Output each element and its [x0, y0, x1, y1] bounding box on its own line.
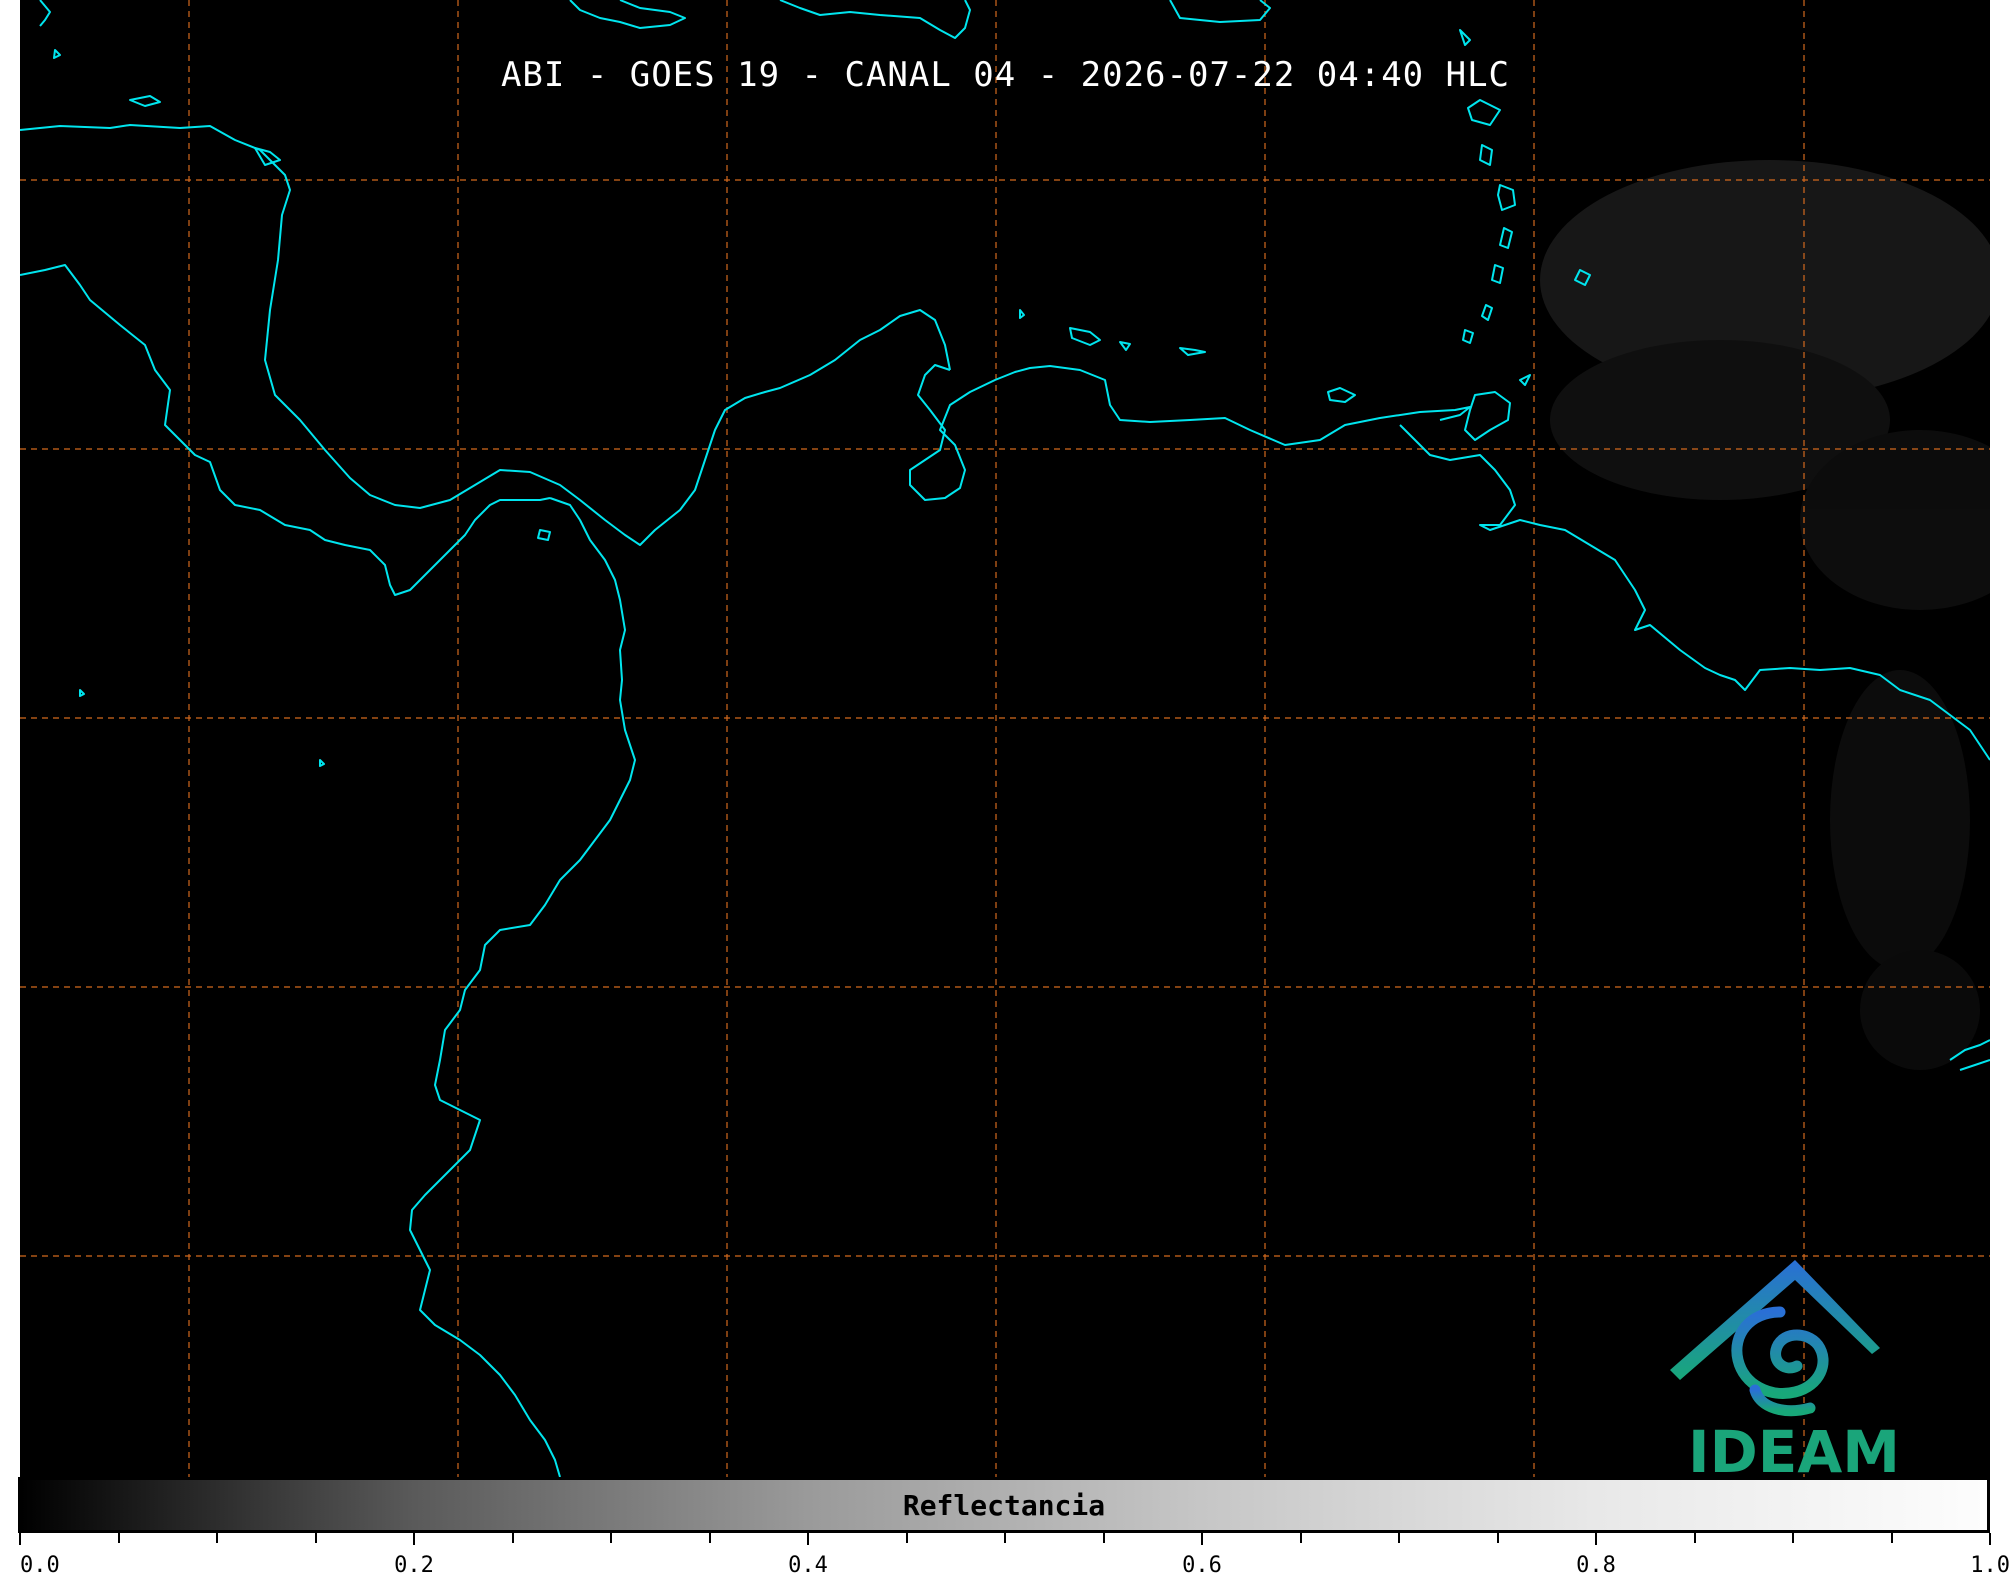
colorbar-minor-tick [1299, 1533, 1302, 1543]
logo-text: IDEAM [1688, 1418, 1900, 1486]
colorbar-minor-tick [1693, 1533, 1696, 1543]
colorbar-major-tick [19, 1533, 21, 1545]
colorbar-minor-tick [1004, 1533, 1006, 1543]
colorbar-minor-tick [1496, 1533, 1499, 1543]
colorbar-major-tick [807, 1533, 809, 1545]
colorbar-tick-label: 0.4 [788, 1553, 828, 1578]
colorbar-minor-tick [905, 1533, 908, 1543]
colorbar-major-tick [1989, 1533, 1991, 1545]
cloud-texture [1540, 160, 1990, 1070]
colorbar-minor-tick [708, 1533, 711, 1543]
colorbar: Reflectancia [18, 1477, 1990, 1533]
colorbar-tick-label: 0.2 [394, 1553, 434, 1578]
colorbar-minor-tick [1102, 1533, 1105, 1543]
colorbar-ticks: 0.0 0.2 0.4 0.6 0.8 1.0 [19, 1533, 2010, 1578]
colorbar-major-tick [413, 1533, 415, 1545]
colorbar-tick-label: 1.0 [1970, 1553, 2010, 1578]
colorbar-major-tick [1201, 1533, 1203, 1545]
colorbar-minor-tick [511, 1533, 514, 1543]
colorbar-tick-label: 0.8 [1576, 1553, 1616, 1578]
colorbar-minor-tick [610, 1533, 612, 1543]
colorbar-label: Reflectancia [902, 1488, 1106, 1522]
colorbar-tick-label: 0.0 [20, 1553, 60, 1578]
colorbar-minor-tick [1792, 1533, 1794, 1543]
colorbar-tick-label: 0.6 [1182, 1553, 1222, 1578]
colorbar-minor-tick [117, 1533, 120, 1543]
colorbar-minor-tick [1398, 1533, 1400, 1543]
colorbar-minor-tick [314, 1533, 317, 1543]
colorbar-major-tick [1595, 1533, 1597, 1545]
colorbar-minor-tick [1890, 1533, 1893, 1543]
map-title: ABI - GOES 19 - CANAL 04 - 2026-07-22 04… [500, 55, 1511, 95]
colorbar-minor-tick [216, 1533, 218, 1543]
